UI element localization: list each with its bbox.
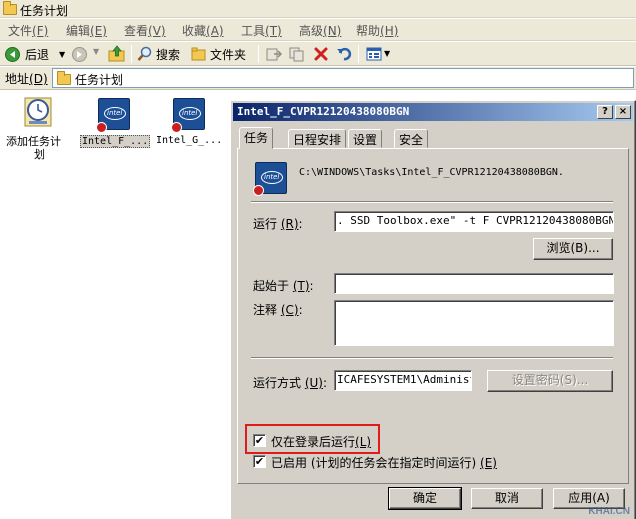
folders-icon — [191, 47, 206, 61]
divider — [251, 201, 613, 203]
add-task-item[interactable]: 添加任务计 划 — [4, 95, 72, 161]
delete-button[interactable] — [313, 46, 329, 62]
start-in-input[interactable] — [334, 273, 614, 294]
dialog-title: Intel_F_CVPR12120438080BGN — [237, 105, 410, 118]
address-input[interactable]: 任务计划 — [52, 68, 634, 88]
up-folder-icon — [108, 45, 125, 62]
forward-button[interactable]: ▼ — [70, 45, 104, 64]
address-bar: 地址(D) 任务计划 — [0, 67, 636, 90]
cancel-button[interactable]: 取消 — [471, 488, 543, 509]
start-in-label: 起始于 (T): — [253, 279, 314, 293]
task-item-intel-g[interactable]: intel Intel_G_... — [152, 95, 224, 151]
browse-button[interactable]: 浏览(B)... — [533, 238, 613, 260]
address-label: 地址(D) — [5, 72, 48, 86]
window-titlebar[interactable]: 任务计划 — [0, 0, 636, 18]
run-as-input[interactable]: ICAFESYSTEM1\Administr — [334, 370, 472, 391]
ok-button[interactable]: 确定 — [388, 487, 462, 510]
close-button[interactable]: × — [615, 105, 631, 119]
divider — [251, 357, 613, 359]
tab-settings[interactable]: 设置 — [348, 129, 383, 148]
window-title: 任务计划 — [20, 4, 69, 18]
delete-icon — [314, 47, 328, 61]
copy-to-icon — [289, 47, 304, 62]
menu-advanced[interactable]: 高级(N) — [299, 22, 341, 39]
forward-arrow-icon — [72, 47, 87, 62]
back-button[interactable]: 后退 ▼ — [3, 45, 73, 64]
task-badge-icon — [253, 185, 264, 196]
menu-view[interactable]: 查看(V) — [124, 22, 166, 39]
folder-icon — [3, 1, 17, 15]
menubar: 文件(F) 编辑(E) 查看(V) 收藏(A) 工具(T) 高级(N) 帮助(H… — [0, 19, 636, 41]
copy-to-button[interactable] — [288, 46, 306, 62]
views-button[interactable]: ▼ — [365, 45, 393, 64]
back-dropdown-icon[interactable]: ▼ — [59, 50, 65, 59]
task-label-intel-f: Intel_F_... — [80, 135, 151, 148]
search-label: 搜索 — [156, 48, 181, 62]
tab-security[interactable]: 安全 — [394, 129, 429, 148]
task-label-intel-g: Intel_G_... — [156, 135, 223, 146]
undo-button[interactable] — [336, 46, 352, 62]
menu-favorites[interactable]: 收藏(A) — [182, 22, 224, 39]
folders-button[interactable]: 文件夹 — [190, 45, 252, 64]
menu-tools[interactable]: 工具(T) — [241, 22, 282, 39]
folder-icon — [57, 71, 71, 85]
help-button[interactable]: ? — [597, 105, 613, 119]
highlight-box — [245, 424, 380, 454]
set-password-button[interactable]: 设置密码(S)... — [487, 370, 613, 392]
up-folder-button[interactable] — [108, 45, 126, 63]
views-icon — [366, 47, 382, 61]
menu-help[interactable]: 帮助(H) — [356, 22, 398, 39]
task-properties-dialog: Intel_F_CVPR12120438080BGN ? × 任务 日程安排 设… — [230, 100, 636, 519]
views-dropdown-icon[interactable]: ▼ — [384, 49, 390, 58]
forward-dropdown-icon[interactable]: ▼ — [93, 47, 99, 56]
checkbox-box: ✔ — [253, 455, 266, 468]
search-button[interactable]: 搜索 — [136, 45, 186, 64]
move-to-icon — [266, 48, 283, 61]
run-input[interactable]: . SSD Toolbox.exe" -t F CVPR12120438080B… — [334, 211, 614, 232]
back-arrow-icon — [5, 47, 20, 62]
folders-label: 文件夹 — [210, 48, 247, 62]
task-badge-icon — [171, 122, 182, 133]
tab-schedule[interactable]: 日程安排 — [288, 129, 347, 148]
comment-label: 注释 (C): — [253, 303, 303, 317]
clock-task-icon — [24, 97, 52, 127]
undo-icon — [337, 47, 352, 61]
run-as-label: 运行方式 (U): — [253, 376, 328, 390]
watermark: KHAI.CN — [588, 506, 630, 517]
task-path: C:\WINDOWS\Tasks\Intel_F_CVPR12120438080… — [299, 167, 564, 178]
add-task-label-2: 划 — [34, 148, 45, 161]
address-value: 任务计划 — [75, 73, 124, 87]
enabled-checkbox[interactable]: ✔ 已启用 (计划的任务会在指定时间运行) (E) — [253, 454, 513, 470]
menu-file[interactable]: 文件(F) — [8, 22, 48, 39]
menu-edit[interactable]: 编辑(E) — [66, 22, 107, 39]
toolbar: 后退 ▼ ▼ 搜索 文件夹 ▼ — [0, 42, 636, 66]
comment-input[interactable] — [334, 300, 614, 346]
tab-task[interactable]: 任务 — [239, 127, 274, 149]
move-to-button[interactable] — [265, 46, 283, 62]
task-badge-icon — [96, 122, 107, 133]
task-item-intel-f[interactable]: intel Intel_F_... — [78, 95, 151, 151]
enabled-label: 已启用 (计划的任务会在指定时间运行) (E) — [271, 456, 497, 470]
search-icon — [137, 46, 152, 61]
run-label: 运行 (R): — [253, 217, 303, 231]
back-label: 后退 — [25, 48, 50, 62]
dialog-titlebar[interactable]: Intel_F_CVPR12120438080BGN ? × — [233, 103, 633, 121]
